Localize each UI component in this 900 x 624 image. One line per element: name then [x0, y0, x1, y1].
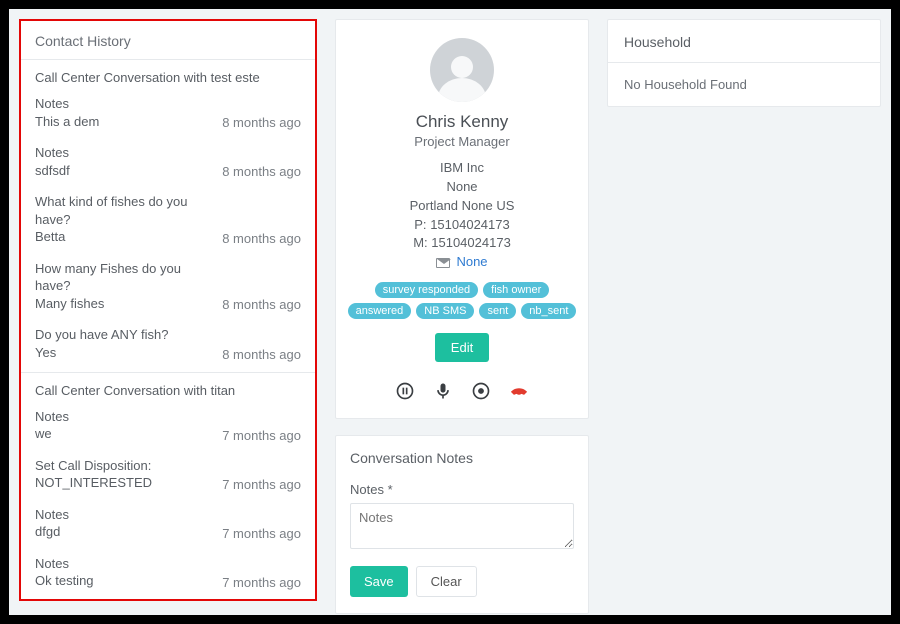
- history-time: 8 months ago: [222, 297, 301, 312]
- history-time: 8 months ago: [222, 347, 301, 362]
- center-column: Chris Kenny Project Manager IBM Inc None…: [335, 19, 589, 614]
- hangup-icon[interactable]: [508, 380, 530, 402]
- contact-address2: Portland None US: [346, 197, 578, 216]
- contact-company: IBM Inc: [346, 159, 578, 178]
- history-entry: How many Fishes do you have?Many fishes 8…: [21, 256, 315, 323]
- conversation-notes-title: Conversation Notes: [350, 450, 574, 466]
- history-label: Notes: [35, 408, 69, 426]
- history-time: 8 months ago: [222, 115, 301, 130]
- contact-email-link[interactable]: None: [456, 253, 487, 272]
- contact-tag[interactable]: survey responded: [375, 282, 478, 298]
- save-button[interactable]: Save: [350, 566, 408, 597]
- right-column: Household No Household Found: [607, 19, 881, 107]
- history-entry: Set Call Disposition:NOT_INTERESTED 7 mon…: [21, 453, 315, 502]
- history-label: Notes: [35, 95, 99, 113]
- history-question: What kind of fishes do you have?: [35, 193, 212, 228]
- contact-role: Project Manager: [346, 134, 578, 149]
- clear-button[interactable]: Clear: [416, 566, 477, 597]
- history-answer: Yes: [35, 344, 168, 362]
- history-answer: Betta: [35, 228, 212, 246]
- history-time: 8 months ago: [222, 164, 301, 179]
- history-time: 7 months ago: [222, 575, 301, 590]
- contact-tag[interactable]: sent: [479, 303, 516, 319]
- contact-phone-m: M: 15104024173: [346, 234, 578, 253]
- mail-icon: [436, 258, 450, 268]
- history-entry: NotesThis a dem 8 months ago: [21, 91, 315, 140]
- contact-profile-card: Chris Kenny Project Manager IBM Inc None…: [335, 19, 589, 419]
- history-value: sdfsdf: [35, 162, 70, 180]
- pause-icon[interactable]: [394, 380, 416, 402]
- history-label: Notes: [35, 555, 94, 573]
- history-value: This a dem: [35, 113, 99, 131]
- household-body: No Household Found: [624, 77, 864, 92]
- notes-field-label: Notes *: [350, 482, 574, 497]
- household-title: Household: [624, 34, 864, 50]
- history-time: 8 months ago: [222, 231, 301, 246]
- edit-button[interactable]: Edit: [435, 333, 489, 362]
- history-entry: Notessdfsdf 8 months ago: [21, 140, 315, 189]
- history-section-header: Call Center Conversation with test este: [21, 60, 315, 91]
- contact-tag[interactable]: fish owner: [483, 282, 549, 298]
- contact-tag[interactable]: NB SMS: [416, 303, 474, 319]
- call-controls: [346, 380, 578, 402]
- history-answer: Many fishes: [35, 295, 212, 313]
- history-time: 7 months ago: [222, 526, 301, 541]
- contact-address1: None: [346, 178, 578, 197]
- history-value: dfgd: [35, 523, 69, 541]
- household-card: Household No Household Found: [607, 19, 881, 107]
- history-entry: Notesdfgd 7 months ago: [21, 502, 315, 551]
- history-time: 7 months ago: [222, 428, 301, 443]
- contact-history-panel: Contact History Call Center Conversation…: [19, 19, 317, 601]
- history-question: How many Fishes do you have?: [35, 260, 212, 295]
- contact-history-title: Contact History: [21, 21, 315, 59]
- history-value: Ok testing: [35, 572, 94, 590]
- contact-phone-p: P: 15104024173: [346, 216, 578, 235]
- history-entry: What kind of fishes do you have?Betta 8 m…: [21, 189, 315, 256]
- contact-name: Chris Kenny: [346, 112, 578, 132]
- history-value: NOT_INTERESTED: [35, 474, 152, 492]
- contact-tags: survey responded fish owner answeredNB SMS…: [346, 282, 578, 319]
- conversation-notes-card: Conversation Notes Notes * Save Clear: [335, 435, 589, 614]
- app-frame: Contact History Call Center Conversation…: [9, 9, 891, 615]
- history-entry: Do you have ANY fish?Yes 8 months ago: [21, 322, 315, 371]
- history-label: Notes: [35, 144, 70, 162]
- contact-tag[interactable]: nb_sent: [521, 303, 576, 319]
- history-value: we: [35, 425, 69, 443]
- avatar: [430, 38, 494, 102]
- history-question: Do you have ANY fish?: [35, 326, 168, 344]
- history-entry: NotesOk testing 7 months ago: [21, 551, 315, 600]
- contact-email: None: [346, 253, 578, 272]
- history-label: Set Call Disposition:: [35, 457, 152, 475]
- history-time: 7 months ago: [222, 477, 301, 492]
- history-section-header: Call Center Conversation with titan: [21, 373, 315, 404]
- record-icon[interactable]: [470, 380, 492, 402]
- history-entry: Noteswe 7 months ago: [21, 404, 315, 453]
- notes-input[interactable]: [350, 503, 574, 549]
- contact-tag[interactable]: answered: [348, 303, 412, 319]
- microphone-icon[interactable]: [432, 380, 454, 402]
- history-label: Notes: [35, 506, 69, 524]
